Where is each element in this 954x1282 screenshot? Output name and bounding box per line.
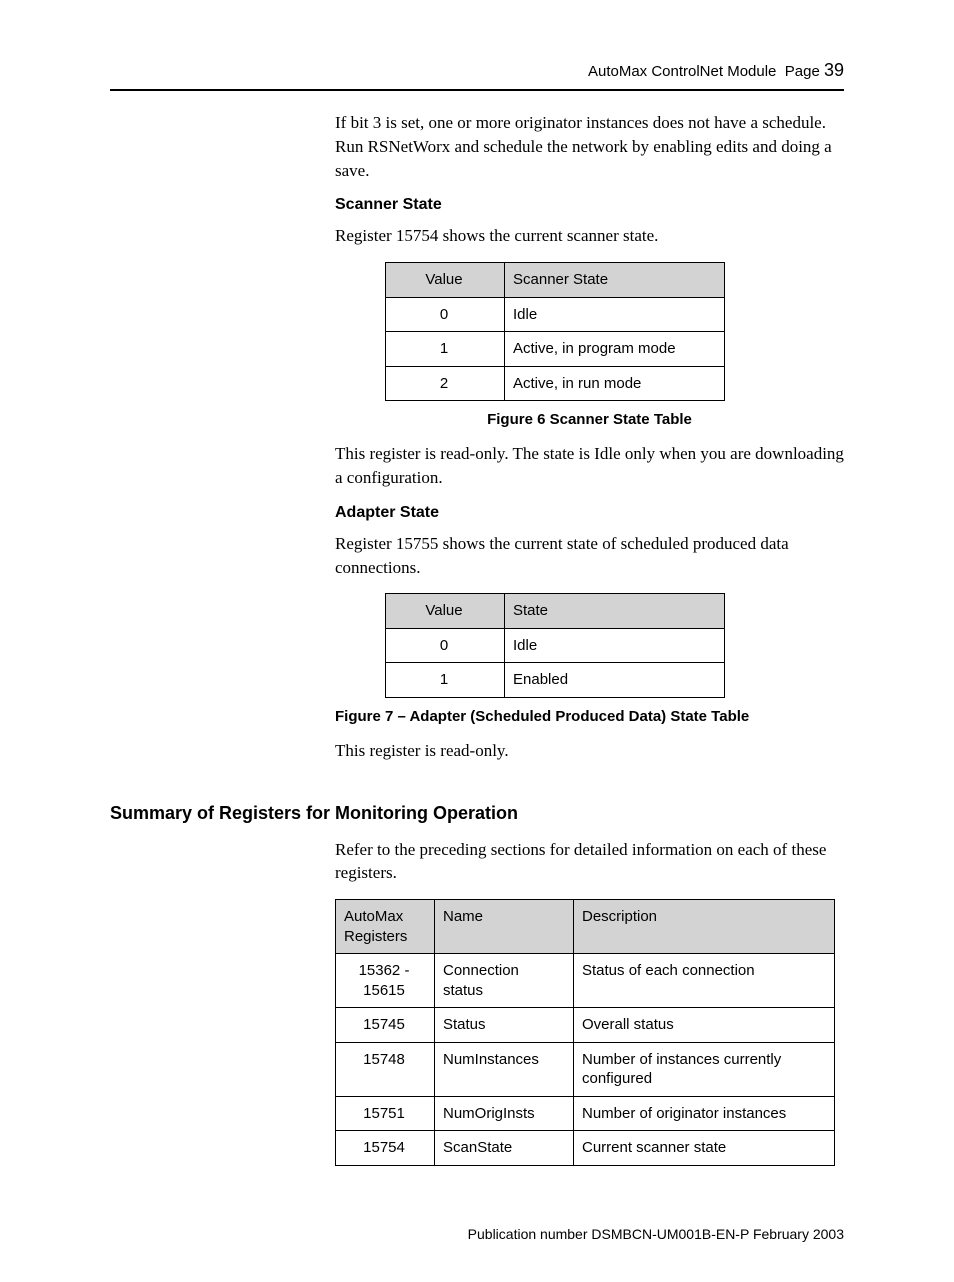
cell: 1 [386, 663, 505, 698]
adapter-state-table: Value State 0 Idle 1 Enabled [385, 593, 725, 698]
cell: 15748 [336, 1042, 435, 1096]
scanner-state-note: This register is read-only. The state is… [335, 442, 844, 490]
cell: Active, in program mode [505, 332, 725, 367]
table-row: 1 Active, in program mode [386, 332, 725, 367]
content-block-2: This register is read-only. [335, 739, 844, 763]
table-row: 15751 NumOrigInsts Number of originator … [336, 1096, 835, 1131]
cell: NumInstances [435, 1042, 574, 1096]
table-row: 15745 Status Overall status [336, 1008, 835, 1043]
adapter-state-heading: Adapter State [335, 504, 844, 522]
cell: Idle [505, 297, 725, 332]
cell: NumOrigInsts [435, 1096, 574, 1131]
cell: 0 [386, 297, 505, 332]
cell: 15751 [336, 1096, 435, 1131]
cell: Overall status [574, 1008, 835, 1043]
cell: 2 [386, 366, 505, 401]
col-header: Description [574, 900, 835, 954]
col-header: AutoMax Registers [336, 900, 435, 954]
table-row: 0 Idle [386, 628, 725, 663]
scanner-state-desc: Register 15754 shows the current scanner… [335, 224, 844, 248]
content-block-3: Refer to the preceding sections for deta… [335, 838, 844, 1166]
summary-desc: Refer to the preceding sections for deta… [335, 838, 844, 886]
cell: Active, in run mode [505, 366, 725, 401]
cell: 0 [386, 628, 505, 663]
table-header-row: Value State [386, 594, 725, 629]
summary-table: AutoMax Registers Name Description 15362… [335, 899, 835, 1166]
cell: ScanState [435, 1131, 574, 1166]
cell: 15754 [336, 1131, 435, 1166]
table-row: 15754 ScanState Current scanner state [336, 1131, 835, 1166]
cell: Status [435, 1008, 574, 1043]
table-row: 1 Enabled [386, 663, 725, 698]
cell: Connection status [435, 954, 574, 1008]
col-header: Value [386, 594, 505, 629]
cell: Current scanner state [574, 1131, 835, 1166]
intro-paragraph: If bit 3 is set, one or more originator … [335, 111, 844, 182]
cell: Status of each connection [574, 954, 835, 1008]
content-block: If bit 3 is set, one or more originator … [335, 111, 844, 698]
col-header: State [505, 594, 725, 629]
adapter-state-note: This register is read-only. [335, 739, 844, 763]
table-header-row: AutoMax Registers Name Description [336, 900, 835, 954]
page-number: 39 [824, 60, 844, 80]
header-rule [110, 89, 844, 91]
cell: 15745 [336, 1008, 435, 1043]
cell: 15362 - 15615 [336, 954, 435, 1008]
page-header: AutoMax ControlNet Module Page 39 [110, 60, 844, 81]
table-row: 0 Idle [386, 297, 725, 332]
cell: Number of instances currently configured [574, 1042, 835, 1096]
cell: Idle [505, 628, 725, 663]
table-row: 15362 - 15615 Connection status Status o… [336, 954, 835, 1008]
figure-6-caption: Figure 6 Scanner State Table [335, 411, 844, 428]
scanner-state-heading: Scanner State [335, 196, 844, 214]
summary-heading: Summary of Registers for Monitoring Oper… [110, 803, 844, 824]
figure-7-caption: Figure 7 – Adapter (Scheduled Produced D… [335, 708, 844, 725]
page-footer: Publication number DSMBCN-UM001B-EN-P Fe… [110, 1226, 844, 1242]
cell: 1 [386, 332, 505, 367]
page-container: AutoMax ControlNet Module Page 39 If bit… [0, 0, 954, 1282]
col-header: Scanner State [505, 263, 725, 298]
page-label: Page [785, 63, 820, 80]
adapter-state-desc: Register 15755 shows the current state o… [335, 532, 844, 580]
table-row: 2 Active, in run mode [386, 366, 725, 401]
doc-title: AutoMax ControlNet Module [588, 63, 776, 80]
table-header-row: Value Scanner State [386, 263, 725, 298]
col-header: Name [435, 900, 574, 954]
cell: Number of originator instances [574, 1096, 835, 1131]
cell: Enabled [505, 663, 725, 698]
col-header: Value [386, 263, 505, 298]
table-row: 15748 NumInstances Number of instances c… [336, 1042, 835, 1096]
scanner-state-table: Value Scanner State 0 Idle 1 Active, in … [385, 262, 725, 401]
